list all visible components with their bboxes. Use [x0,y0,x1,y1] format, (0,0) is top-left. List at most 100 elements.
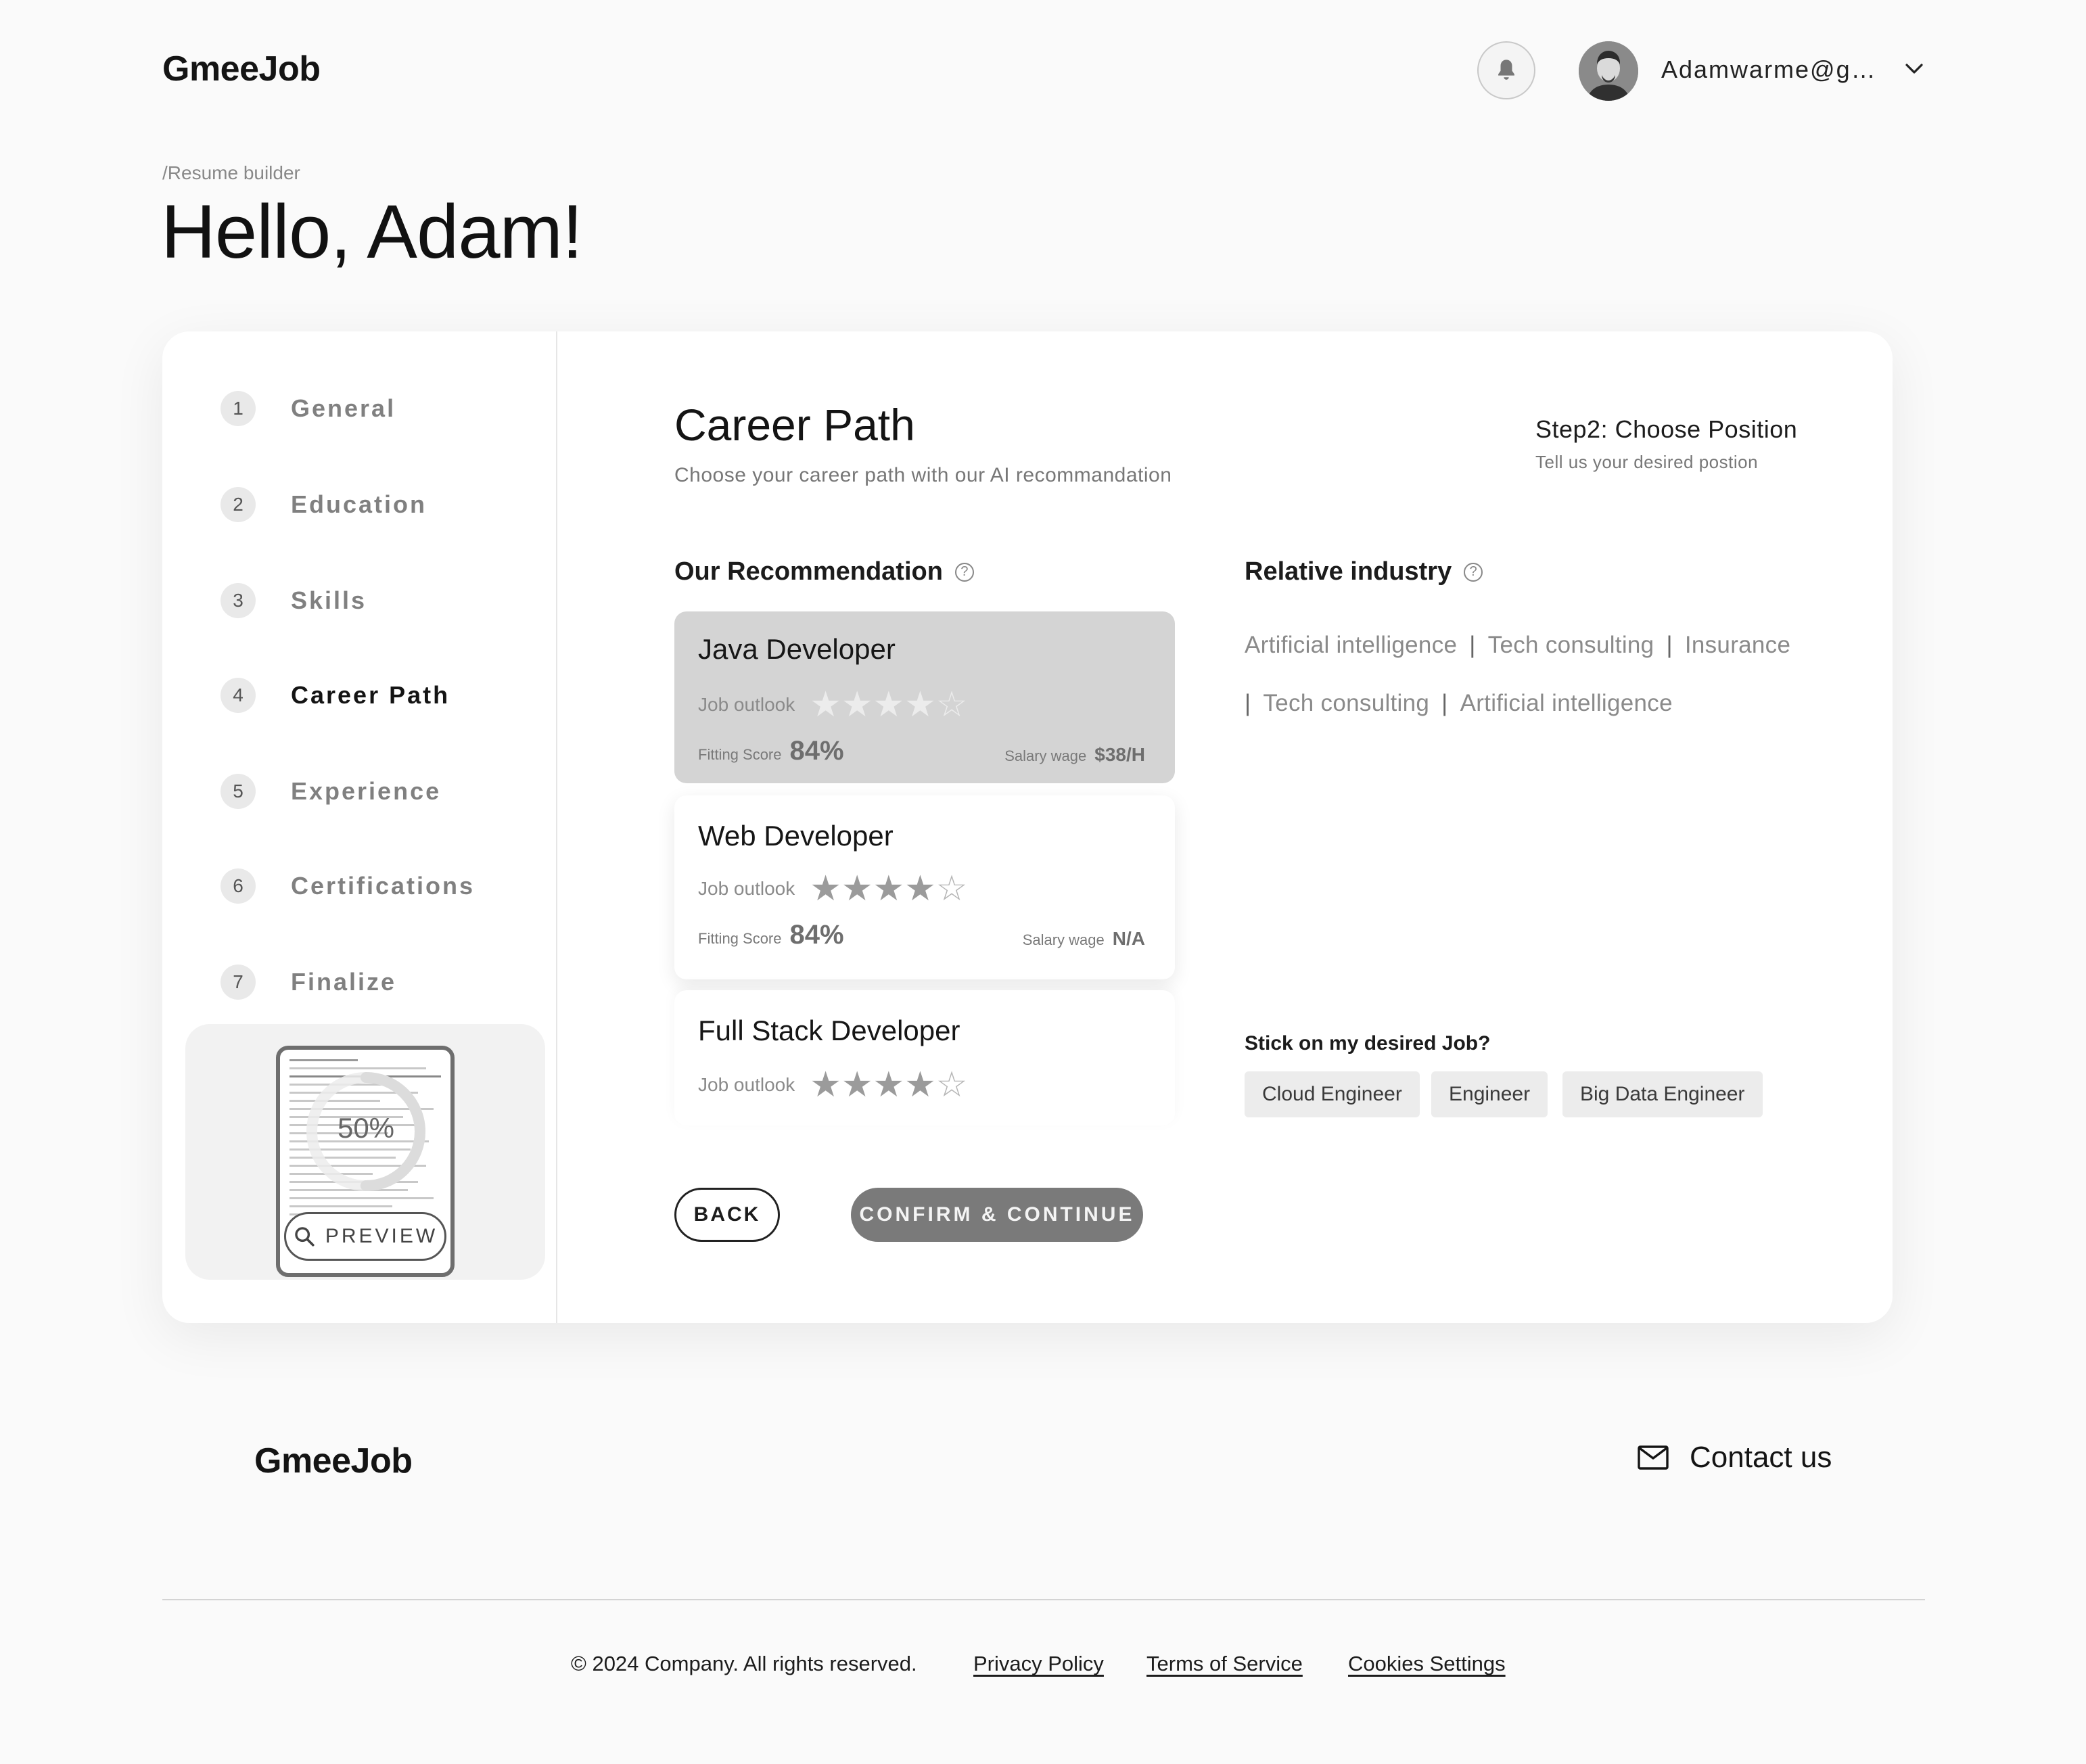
job-card-java-developer[interactable]: Java Developer Job outlook ★★★★☆ Fitting… [674,611,1175,783]
step-general[interactable]: 1 General [221,391,396,426]
sidebar-divider [556,331,557,1323]
industry-heading: Relative industry ? [1245,557,1483,586]
fitting-score: Fitting Score 84% [698,920,844,950]
preview-button[interactable]: PREVIEW [284,1212,446,1261]
fitting-score-value: 84% [789,920,844,950]
privacy-policy-link[interactable]: Privacy Policy [973,1652,1104,1676]
step-number: 6 [221,868,256,904]
job-outlook-label: Job outlook [698,1074,795,1095]
preview-label: PREVIEW [325,1225,438,1247]
section-title: Career Path [674,400,915,450]
step-number: 4 [221,678,256,713]
industry-tag[interactable]: Artificial intelligence [1460,690,1673,716]
star-filled-icon: ★ [904,685,936,724]
rating-stars: ★★★★☆ [810,687,967,722]
user-email[interactable]: Adamwarme@gm… [1661,55,1891,84]
job-title: Java Developer [698,633,896,665]
section-subtitle: Choose your career path with our AI reco… [674,464,1172,486]
job-outlook: Job outlook ★★★★☆ [698,687,967,722]
help-icon[interactable]: ? [954,562,974,582]
industry-tag[interactable]: Artificial intelligence [1245,632,1457,658]
step-label: General [291,394,396,422]
step-experience[interactable]: 5 Experience [221,774,441,809]
step-number: 3 [221,583,256,618]
rating-stars: ★★★★☆ [810,871,967,906]
salary: Salary wage N/A [1023,928,1145,950]
fitting-score-label: Fitting Score [698,930,782,947]
industry-tags-row-2: | Tech consulting | Artificial intelligence [1245,690,1673,716]
industry-heading-text: Relative industry [1245,557,1452,586]
contact-us-label: Contact us [1690,1441,1832,1474]
desired-job-chip[interactable]: Big Data Engineer [1562,1071,1763,1117]
fitting-score-value: 84% [789,736,844,766]
job-title: Web Developer [698,820,894,852]
fitting-score: Fitting Score 84% [698,736,844,766]
contact-us-link[interactable]: Contact us [1637,1441,1832,1475]
star-filled-icon: ★ [810,1065,841,1105]
star-filled-icon: ★ [873,869,905,908]
desired-job-chip[interactable]: Cloud Engineer [1245,1071,1420,1117]
step-education[interactable]: 2 Education [221,487,427,522]
step-number: 2 [221,487,256,522]
step-indicator-title: Step2: Choose Position [1535,415,1798,443]
job-outlook-label: Job outlook [698,878,795,899]
star-filled-icon: ★ [841,685,873,724]
star-filled-icon: ★ [810,685,841,724]
breadcrumb[interactable]: /Resume builder [162,162,300,184]
notification-button[interactable] [1477,41,1535,99]
star-filled-icon: ★ [810,869,841,908]
job-title: Full Stack Developer [698,1015,960,1046]
step-skills[interactable]: 3 Skills [221,583,367,618]
job-outlook: Job outlook ★★★★☆ [698,1067,967,1102]
industry-tag[interactable]: Tech consulting [1263,690,1429,716]
copyright-text: © 2024 Company. All rights reserved. [571,1652,917,1675]
star-filled-icon: ★ [841,1065,873,1105]
confirm-continue-button[interactable]: CONFIRM & CONTINUE [851,1188,1143,1242]
star-empty-icon: ☆ [935,1065,968,1105]
terms-of-service-link[interactable]: Terms of Service [1146,1652,1303,1676]
step-label: Education [291,490,427,518]
desired-job-chip[interactable]: Engineer [1431,1071,1548,1117]
industry-tags-row-1: Artificial intelligence | Tech consulting |… [1245,632,1791,658]
industry-tag[interactable]: Tech consulting [1488,632,1654,658]
star-filled-icon: ★ [904,1065,936,1105]
star-filled-icon: ★ [904,869,936,908]
star-empty-icon: ☆ [935,685,968,724]
fitting-score-label: Fitting Score [698,746,782,763]
industry-tag[interactable]: Insurance [1685,632,1790,658]
back-button[interactable]: BACK [674,1188,780,1242]
job-outlook-label: Job outlook [698,694,795,715]
star-empty-icon: ☆ [935,869,968,908]
step-label: Skills [291,586,367,614]
search-icon [295,1227,315,1247]
step-career-path[interactable]: 4 Career Path [221,678,450,713]
rating-stars: ★★★★☆ [810,1067,967,1102]
recommendation-heading: Our Recommendation ? [674,557,974,586]
salary-value: N/A [1112,928,1145,949]
chevron-down-icon[interactable] [1905,62,1924,76]
salary: Salary wage $38/H [1004,744,1145,766]
step-label: Certifications [291,872,476,900]
step-number: 1 [221,391,256,426]
salary-label: Salary wage [1004,747,1087,764]
header-logo[interactable]: GmeeJob [162,49,321,89]
step-indicator-subtitle: Tell us your desired postion [1535,452,1759,472]
footer-logo[interactable]: GmeeJob [254,1441,413,1481]
salary-label: Salary wage [1022,931,1105,948]
salary-value: $38/H [1094,744,1145,765]
star-filled-icon: ★ [873,685,905,724]
step-certifications[interactable]: 6 Certifications [221,868,475,904]
job-card-full-stack-developer[interactable]: Full Stack Developer Job outlook ★★★★☆ [674,990,1175,1125]
star-filled-icon: ★ [841,869,873,908]
step-number: 5 [221,774,256,809]
job-outlook: Job outlook ★★★★☆ [698,871,967,906]
help-icon[interactable]: ? [1464,562,1483,582]
step-label: Career Path [291,681,450,709]
step-finalize[interactable]: 7 Finalize [221,965,396,1000]
page-title: Hello, Adam! [161,189,583,274]
desired-job-heading: Stick on my desired Job? [1245,1032,1491,1054]
job-card-web-developer[interactable]: Web Developer Job outlook ★★★★☆ Fitting … [674,795,1175,979]
cookies-settings-link[interactable]: Cookies Settings [1348,1652,1506,1676]
avatar[interactable] [1579,41,1638,101]
mail-icon [1638,1445,1669,1470]
